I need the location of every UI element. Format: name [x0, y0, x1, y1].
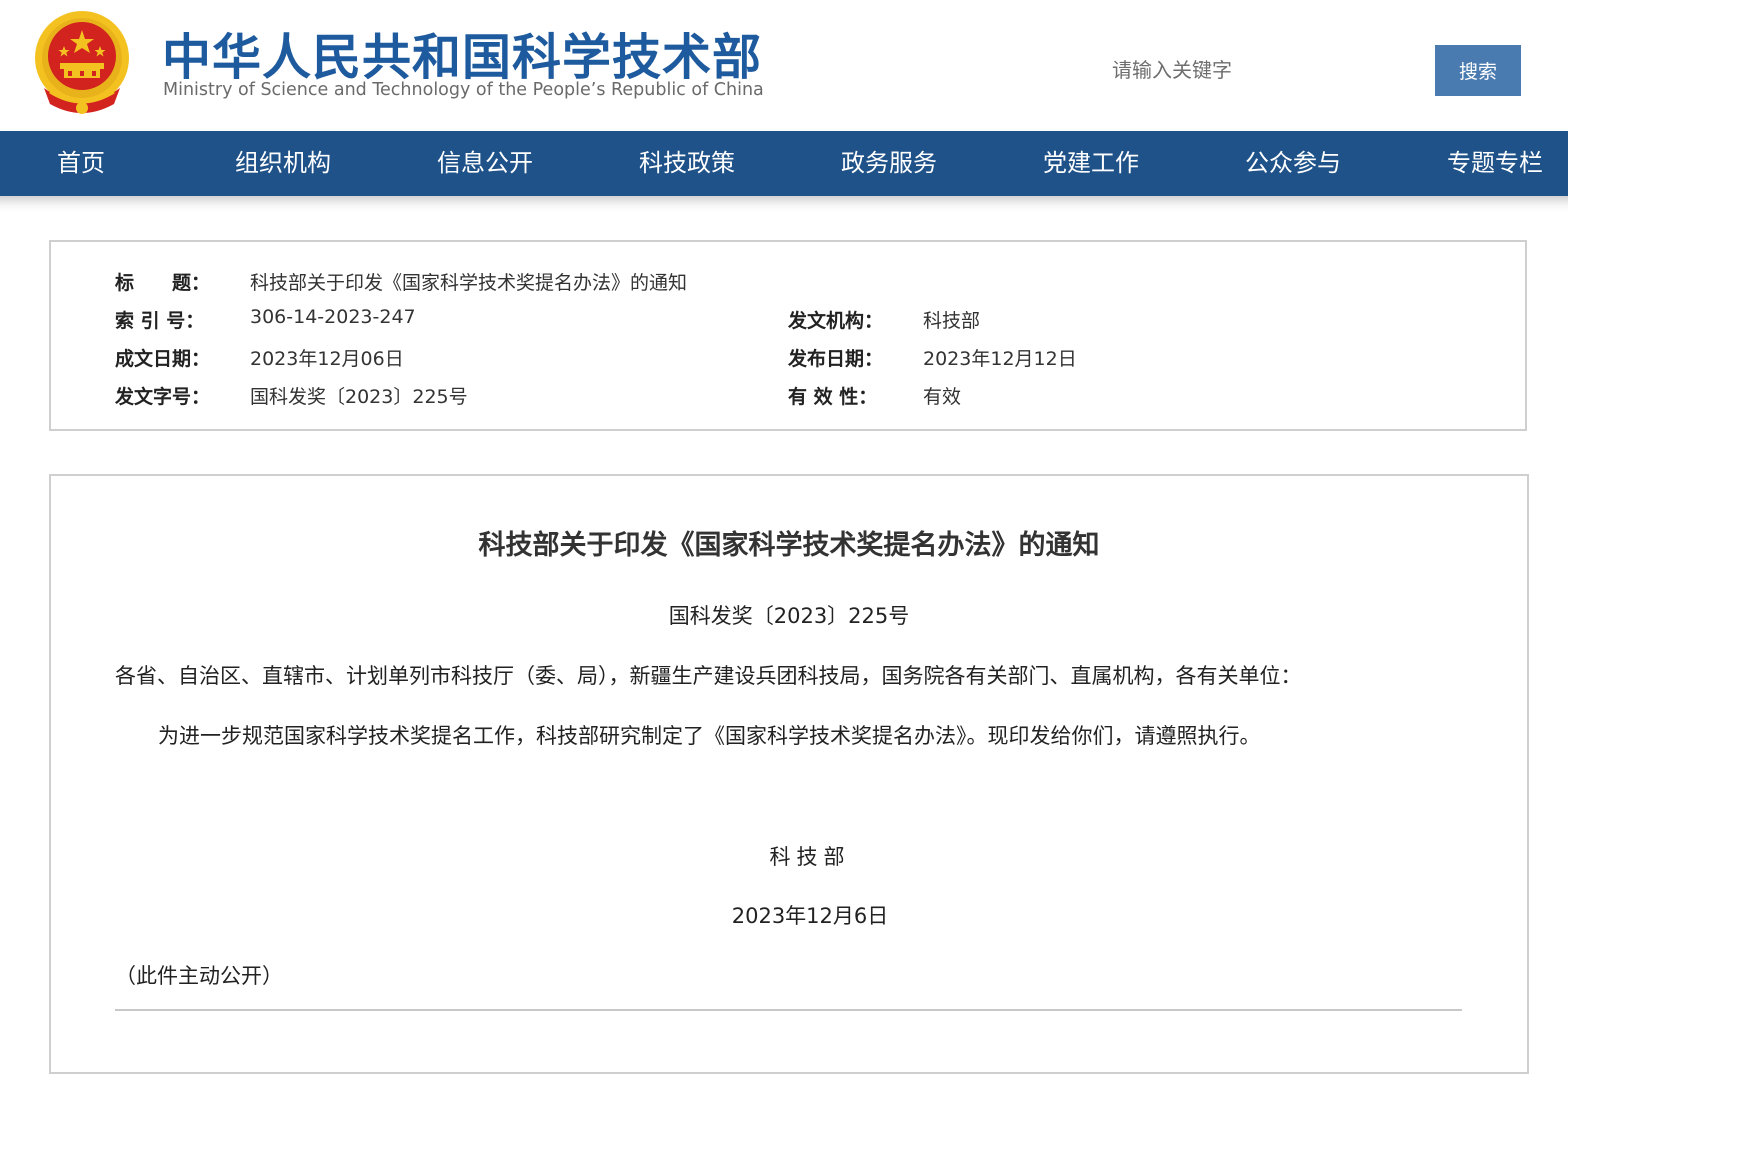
doc-number-label: 发文字号： — [115, 386, 211, 408]
search-button[interactable]: 搜索 — [1435, 45, 1521, 96]
title-label: 标 题： — [115, 272, 211, 294]
signature-organization: 科技部 — [769, 845, 851, 869]
nav-item-party-building[interactable]: 党建工作 — [1043, 131, 1139, 196]
written-date-value: 2023年12月06日 — [250, 348, 404, 370]
index-number-value: 306-14-2023-247 — [250, 306, 416, 328]
nav-shadow-divider — [0, 196, 1568, 212]
article-addressee: 各省、自治区、直辖市、计划单列市科技厅（委、局），新疆生产建设兵团科技局，国务院… — [115, 664, 1302, 688]
doc-number-value: 国科发奖〔2023〕225号 — [250, 386, 468, 408]
national-emblem-icon[interactable] — [30, 8, 134, 116]
nav-item-public-participation[interactable]: 公众参与 — [1245, 131, 1341, 196]
validity-label: 有 效 性： — [788, 386, 878, 408]
article-divider — [115, 1009, 1462, 1011]
article-body-paragraph: 为进一步规范国家科学技术奖提名工作，科技部研究制定了《国家科学技术奖提名办法》。… — [158, 724, 1261, 748]
nav-item-policy[interactable]: 科技政策 — [639, 131, 735, 196]
nav-item-info-disclosure[interactable]: 信息公开 — [437, 131, 533, 196]
written-date-label: 成文日期： — [115, 348, 211, 370]
article-doc-number: 国科发奖〔2023〕225号 — [668, 604, 910, 628]
article-title: 科技部关于印发《国家科学技术奖提名办法》的通知 — [478, 530, 1100, 561]
signature-date: 2023年12月6日 — [731, 904, 889, 928]
issuer-label: 发文机构： — [788, 310, 884, 332]
nav-item-organization[interactable]: 组织机构 — [235, 131, 331, 196]
site-header: 中华人民共和国科学技术部 Ministry of Science and Tec… — [0, 0, 1568, 131]
validity-value: 有效 — [923, 386, 962, 408]
publish-date-value: 2023年12月12日 — [923, 348, 1077, 370]
title-value: 科技部关于印发《国家科学技术奖提名办法》的通知 — [250, 272, 688, 294]
issuer-value: 科技部 — [923, 310, 981, 332]
publish-date-label: 发布日期： — [788, 348, 884, 370]
index-number-label: 索 引 号： — [115, 310, 205, 332]
nav-item-services[interactable]: 政务服务 — [841, 131, 937, 196]
search-input[interactable] — [1100, 50, 1424, 90]
site-subtitle: Ministry of Science and Technology of th… — [163, 80, 764, 100]
nav-item-special-topics[interactable]: 专题专栏 — [1447, 131, 1543, 196]
nav-item-home[interactable]: 首页 — [57, 131, 105, 196]
public-disclosure-note: （此件主动公开） — [115, 964, 283, 988]
site-title[interactable]: 中华人民共和国科学技术部 — [162, 18, 762, 89]
main-nav: 首页 组织机构 信息公开 科技政策 政务服务 党建工作 公众参与 专题专栏 — [0, 131, 1568, 196]
